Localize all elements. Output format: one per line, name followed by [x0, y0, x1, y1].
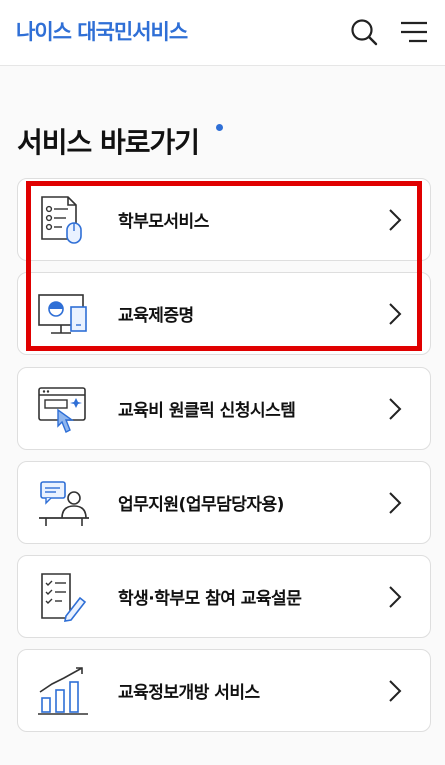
certificate-monitor-icon	[38, 294, 87, 334]
app-header: 나이스 대국민서비스	[0, 0, 445, 66]
service-label: 학부모서비스	[118, 212, 209, 232]
service-item-work-support[interactable]: 업무지원(업무담당자용)	[17, 461, 431, 544]
chevron-right-icon	[389, 492, 402, 514]
survey-icon	[41, 573, 87, 622]
search-icon	[351, 19, 378, 46]
service-label: 학생·학부모 참여 교육설문	[118, 589, 302, 609]
hamburger-menu-icon	[401, 21, 427, 43]
info-open-chart-icon	[38, 667, 88, 715]
service-label: 업무지원(업무담당자용)	[118, 495, 284, 515]
chevron-right-icon	[389, 680, 402, 702]
menu-button[interactable]	[396, 14, 432, 50]
service-item-certificate[interactable]: 교육제증명	[17, 272, 431, 355]
chevron-right-icon	[389, 586, 402, 608]
parent-service-icon	[41, 196, 82, 244]
service-item-info-open[interactable]: 교육정보개방 서비스	[17, 649, 431, 732]
title-accent-dot	[216, 124, 223, 131]
chevron-right-icon	[389, 209, 402, 231]
service-label: 교육제증명	[118, 306, 194, 326]
site-logo[interactable]: 나이스 대국민서비스	[16, 18, 188, 46]
service-item-parent[interactable]: 학부모서비스	[17, 178, 431, 261]
chevron-right-icon	[389, 398, 402, 420]
service-item-one-click[interactable]: 교육비 원클릭 신청시스템	[17, 367, 431, 450]
service-item-survey[interactable]: 학생·학부모 참여 교육설문	[17, 555, 431, 638]
one-click-apply-icon	[38, 387, 86, 433]
section-title: 서비스 바로가기	[17, 126, 200, 159]
work-support-icon	[39, 481, 89, 526]
service-label: 교육비 원클릭 신청시스템	[118, 401, 296, 421]
chevron-right-icon	[389, 303, 402, 325]
service-label: 교육정보개방 서비스	[118, 683, 260, 703]
search-button[interactable]	[346, 14, 382, 50]
